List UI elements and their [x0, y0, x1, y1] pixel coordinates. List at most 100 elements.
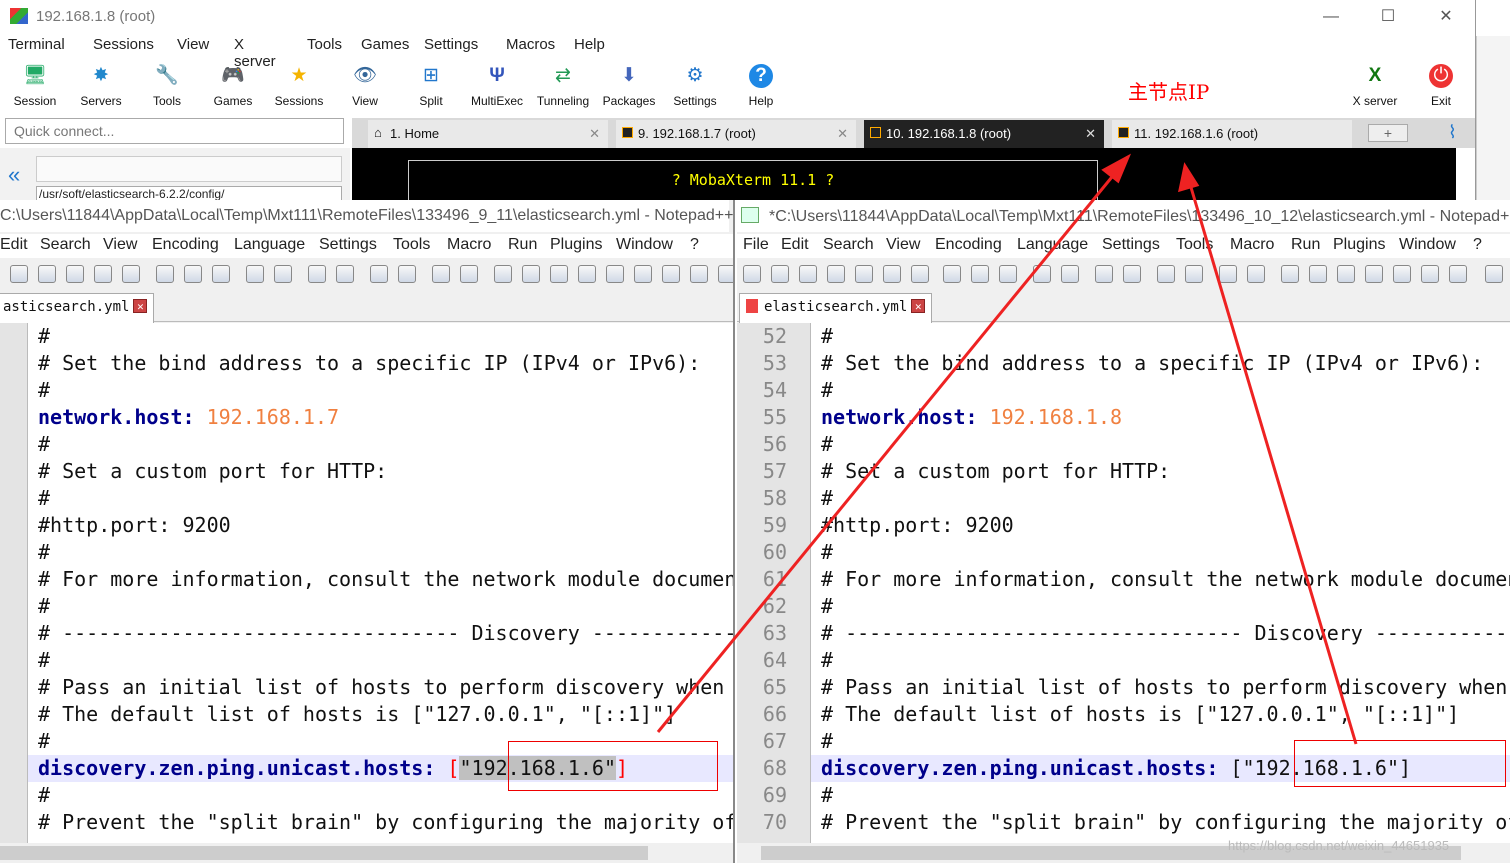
paste-icon[interactable]: [999, 265, 1017, 283]
minimize-button[interactable]: —: [1317, 6, 1345, 28]
maximize-button[interactable]: ☐: [1374, 6, 1402, 28]
show-all-icon[interactable]: [522, 265, 540, 283]
session-button[interactable]: 🖥 Session: [2, 60, 68, 112]
redo-icon[interactable]: [1061, 265, 1079, 283]
doc-map-icon[interactable]: [1393, 265, 1411, 283]
xserver-button[interactable]: XX server: [1342, 60, 1408, 112]
menu-macros[interactable]: Macros: [506, 36, 555, 53]
indent-guide-icon[interactable]: [1337, 265, 1355, 283]
multiexec-button[interactable]: Ψ MultiExec: [464, 60, 530, 112]
folder-workspace-icon[interactable]: [662, 265, 680, 283]
cut-icon[interactable]: [943, 265, 961, 283]
servers-button[interactable]: ✸ Servers: [68, 60, 134, 112]
save-all-icon[interactable]: [827, 265, 845, 283]
record-macro-icon[interactable]: [1485, 265, 1503, 283]
close-button[interactable]: ✕: [1432, 6, 1460, 28]
tab-close-icon[interactable]: ✕: [133, 299, 148, 313]
wrap-icon[interactable]: [1281, 265, 1299, 283]
cut-icon[interactable]: [156, 265, 174, 283]
menu-help[interactable]: ?: [690, 236, 699, 254]
settings-button[interactable]: ⚙ Settings: [662, 60, 728, 112]
udl-icon[interactable]: [578, 265, 596, 283]
menu-games[interactable]: Games: [361, 36, 409, 53]
menu-plugins[interactable]: Plugins: [1333, 236, 1385, 254]
indent-guide-icon[interactable]: [550, 265, 568, 283]
menu-settings[interactable]: Settings: [424, 36, 478, 53]
function-list-icon[interactable]: [1421, 265, 1439, 283]
code-editor[interactable]: 52 53 54 55 56 57 58 59 60 61 62 63 64 6…: [737, 323, 1510, 863]
tab-session-10[interactable]: 10. 192.168.1.8 (root) ✕: [864, 120, 1104, 148]
menu-encoding[interactable]: Encoding: [152, 236, 219, 254]
menu-help[interactable]: Help: [574, 36, 605, 53]
menu-plugins[interactable]: Plugins: [550, 236, 602, 254]
wrap-icon[interactable]: [494, 265, 512, 283]
menu-sessions[interactable]: Sessions: [93, 36, 154, 53]
menu-language[interactable]: Language: [234, 236, 305, 254]
save-icon[interactable]: [799, 265, 817, 283]
tab-session-9[interactable]: 9. 192.168.1.7 (root) ✕: [616, 120, 856, 148]
zoom-out-icon[interactable]: [398, 265, 416, 283]
menu-search[interactable]: Search: [823, 236, 874, 254]
doc-map-icon[interactable]: [606, 265, 624, 283]
menu-window[interactable]: Window: [1399, 236, 1456, 254]
function-list-icon[interactable]: [634, 265, 652, 283]
menu-view[interactable]: View: [177, 36, 209, 53]
menu-encoding[interactable]: Encoding: [935, 236, 1002, 254]
exit-button[interactable]: ⏻ Exit: [1408, 60, 1474, 112]
menu-settings[interactable]: Settings: [1102, 236, 1160, 254]
packages-button[interactable]: ⬇ Packages: [596, 60, 662, 112]
save-all-icon[interactable]: [94, 265, 112, 283]
print-icon[interactable]: [911, 265, 929, 283]
tab-close-icon[interactable]: ✕: [1085, 126, 1096, 142]
monitoring-icon[interactable]: [690, 265, 708, 283]
open-icon[interactable]: [38, 265, 56, 283]
sync-h-icon[interactable]: [460, 265, 478, 283]
view-button[interactable]: 👁 View: [332, 60, 398, 112]
menu-window[interactable]: Window: [616, 236, 673, 254]
tab-home[interactable]: ⌂ 1. Home ✕: [368, 120, 608, 148]
menu-settings[interactable]: Settings: [319, 236, 377, 254]
menu-run[interactable]: Run: [1291, 236, 1320, 254]
zoom-in-icon[interactable]: [1157, 265, 1175, 283]
tools-button[interactable]: 🔧 Tools: [134, 60, 200, 112]
quick-connect-input[interactable]: Quick connect...: [5, 118, 344, 144]
sync-h-icon[interactable]: [1247, 265, 1265, 283]
menu-help[interactable]: ?: [1473, 236, 1482, 254]
attachment-icon[interactable]: ⌇: [1448, 122, 1457, 143]
scrollbar-thumb[interactable]: [0, 846, 648, 860]
new-file-icon[interactable]: [743, 265, 761, 283]
close-icon[interactable]: [855, 265, 873, 283]
copy-icon[interactable]: [971, 265, 989, 283]
menu-macro[interactable]: Macro: [1230, 236, 1274, 254]
tab-elasticsearch-yml[interactable]: asticsearch.yml ✕: [0, 293, 155, 323]
menu-terminal[interactable]: Terminal: [8, 36, 65, 53]
udl-icon[interactable]: [1365, 265, 1383, 283]
games-button[interactable]: 🎮 Games: [200, 60, 266, 112]
paste-icon[interactable]: [212, 265, 230, 283]
find-icon[interactable]: [308, 265, 326, 283]
sessions-button[interactable]: ★ Sessions: [266, 60, 332, 112]
menu-view[interactable]: View: [886, 236, 920, 254]
save-icon[interactable]: [66, 265, 84, 283]
menu-tools[interactable]: Tools: [1176, 236, 1213, 254]
folder-workspace-icon[interactable]: [1449, 265, 1467, 283]
sftp-path-field[interactable]: /usr/soft/elasticsearch-6.2.2/config/: [36, 186, 342, 200]
print-icon[interactable]: [122, 265, 140, 283]
new-tab-button[interactable]: +: [1368, 124, 1408, 142]
replace-icon[interactable]: [1123, 265, 1141, 283]
undo-icon[interactable]: [246, 265, 264, 283]
menu-view[interactable]: View: [103, 236, 137, 254]
menu-search[interactable]: Search: [40, 236, 91, 254]
sync-v-icon[interactable]: [432, 265, 450, 283]
tab-session-11[interactable]: 11. 192.168.1.6 (root): [1112, 120, 1352, 148]
menu-language[interactable]: Language: [1017, 236, 1088, 254]
copy-icon[interactable]: [184, 265, 202, 283]
replace-icon[interactable]: [336, 265, 354, 283]
menu-edit[interactable]: Edit: [781, 236, 809, 254]
code-editor[interactable]: # # Set the bind address to a specific I…: [0, 323, 733, 863]
split-button[interactable]: ⊞ Split: [398, 60, 464, 112]
tab-close-icon[interactable]: ✕: [911, 299, 926, 313]
menu-macro[interactable]: Macro: [447, 236, 491, 254]
tunneling-button[interactable]: ⇄ Tunneling: [530, 60, 596, 112]
redo-icon[interactable]: [274, 265, 292, 283]
